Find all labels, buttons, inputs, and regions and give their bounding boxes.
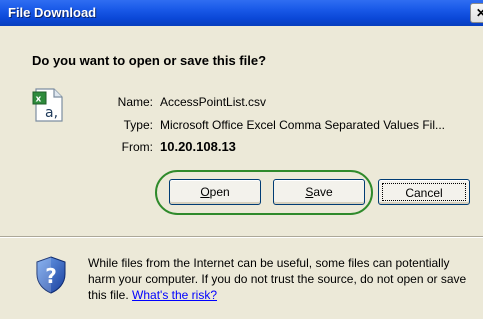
close-button[interactable]: ✕ xyxy=(470,3,483,23)
close-icon: ✕ xyxy=(476,6,483,20)
open-label: pen xyxy=(209,185,230,199)
svg-text:?: ? xyxy=(45,264,57,288)
cancel-button[interactable]: Cancel xyxy=(378,179,470,205)
file-name-value: AccessPointList.csv xyxy=(160,95,267,109)
open-button[interactable]: Open xyxy=(169,179,261,205)
separator-highlight xyxy=(0,237,483,238)
save-label: ave xyxy=(313,185,333,199)
whats-the-risk-link[interactable]: What's the risk? xyxy=(132,288,217,302)
name-label: Name: xyxy=(117,95,153,109)
security-warning: While files from the Internet can be use… xyxy=(88,255,478,303)
file-download-dialog: File Download ✕ Do you want to open or s… xyxy=(0,0,483,319)
type-label: Type: xyxy=(123,118,153,132)
window-title: File Download xyxy=(8,5,97,20)
title-bar[interactable]: File Download ✕ xyxy=(0,0,483,26)
dialog-question: Do you want to open or save this file? xyxy=(32,53,267,68)
open-mnemonic: O xyxy=(200,185,210,199)
cancel-label: Cancel xyxy=(382,183,466,201)
file-type-value: Microsoft Office Excel Comma Separated V… xyxy=(160,118,445,132)
from-label: From: xyxy=(121,140,153,154)
save-button[interactable]: Save xyxy=(273,179,365,205)
security-shield-question-icon: ? xyxy=(36,256,66,294)
file-source-value: 10.20.108.13 xyxy=(160,139,236,154)
